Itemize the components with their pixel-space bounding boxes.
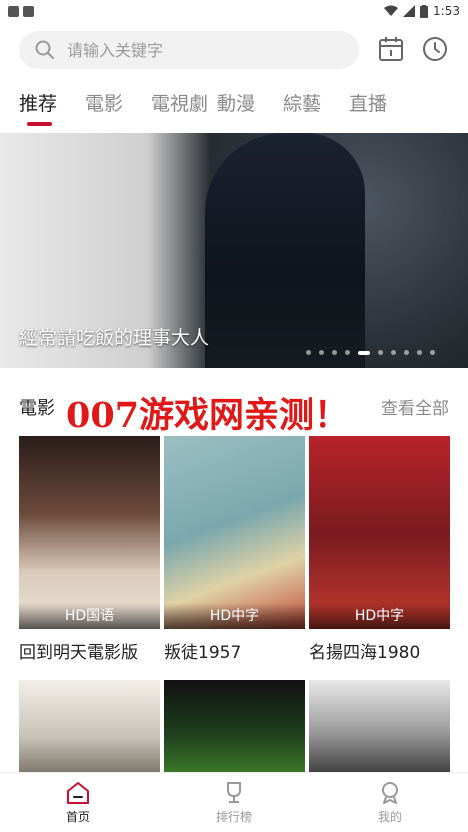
carousel-dots — [306, 350, 435, 355]
nav-ranking[interactable]: 排行榜 — [156, 773, 312, 832]
calendar-icon — [379, 37, 403, 61]
carousel-dot[interactable] — [319, 350, 324, 355]
nav-home-label: 首页 — [65, 809, 90, 824]
carousel-dot-active[interactable] — [358, 350, 370, 355]
movie-title[interactable]: 名揚四海1980 — [309, 638, 420, 663]
bottom-navigation: 首页 排行榜 我的 — [0, 772, 468, 832]
movie-card[interactable] — [164, 680, 305, 775]
nav-home[interactable]: 首页 — [0, 773, 156, 832]
featured-banner[interactable]: 經常請吃飯的理事大人 — [0, 133, 468, 368]
notification-icons — [8, 5, 34, 17]
tab-tv-series[interactable]: 電視劇 — [151, 88, 217, 120]
view-all-link[interactable]: 查看全部 — [381, 394, 449, 419]
banner-figure — [205, 133, 365, 368]
tab-anime[interactable]: 動漫 — [217, 88, 283, 120]
movie-card[interactable]: HD中字 — [164, 436, 305, 629]
banner-title: 經常請吃飯的理事大人 — [19, 327, 210, 349]
nav-profile[interactable]: 我的 — [312, 773, 468, 832]
notification-icon — [23, 5, 34, 17]
carousel-dot[interactable] — [378, 350, 383, 355]
movie-poster — [19, 436, 160, 629]
trophy-icon — [227, 781, 241, 803]
search-input[interactable] — [67, 40, 327, 60]
movie-card[interactable] — [19, 680, 160, 775]
search-icon — [35, 40, 54, 59]
movie-card[interactable] — [309, 680, 450, 775]
carousel-dot[interactable] — [417, 350, 422, 355]
section-title: 電影 — [19, 398, 55, 419]
search-bar[interactable] — [19, 31, 359, 69]
movie-title[interactable]: 回到明天電影版 — [19, 638, 138, 663]
carousel-dot[interactable] — [306, 350, 311, 355]
home-icon — [67, 781, 89, 804]
battery-icon — [420, 4, 429, 18]
wifi-icon — [384, 5, 399, 16]
movie-card[interactable]: HD国语 — [19, 436, 160, 629]
tab-recommended[interactable]: 推荐 — [19, 88, 85, 126]
carousel-dot[interactable] — [345, 350, 350, 355]
clock-icon — [423, 37, 447, 61]
calendar-button[interactable] — [376, 34, 406, 64]
status-indicators: 1:53 — [384, 4, 460, 18]
carousel-dot[interactable] — [391, 350, 396, 355]
movie-poster — [309, 436, 450, 629]
carousel-dot[interactable] — [332, 350, 337, 355]
carousel-dot[interactable] — [404, 350, 409, 355]
quality-badge: HD国语 — [19, 603, 160, 629]
status-bar: 1:53 — [0, 0, 468, 22]
history-button[interactable] — [420, 34, 450, 64]
quality-badge: HD中字 — [309, 603, 450, 629]
carousel-dot[interactable] — [430, 350, 435, 355]
signal-icon — [403, 5, 416, 17]
nav-profile-label: 我的 — [377, 809, 402, 824]
movie-poster — [164, 436, 305, 629]
movie-card[interactable]: HD中字 — [309, 436, 450, 629]
clock-time: 1:53 — [433, 4, 460, 18]
notification-icon — [8, 5, 19, 17]
quality-badge: HD中字 — [164, 603, 305, 629]
active-tab-indicator — [27, 122, 52, 126]
watermark-text: 007游戏网亲测！ — [66, 395, 350, 436]
user-icon — [382, 781, 398, 804]
tab-live[interactable]: 直播 — [349, 88, 415, 120]
tab-movies[interactable]: 電影 — [85, 88, 151, 120]
tab-variety[interactable]: 綜藝 — [283, 88, 349, 120]
nav-ranking-label: 排行榜 — [215, 809, 252, 824]
category-tabs: 推荐 電影 電視劇 動漫 綜藝 直播 — [19, 88, 415, 126]
movie-title[interactable]: 叛徒1957 — [164, 638, 241, 663]
